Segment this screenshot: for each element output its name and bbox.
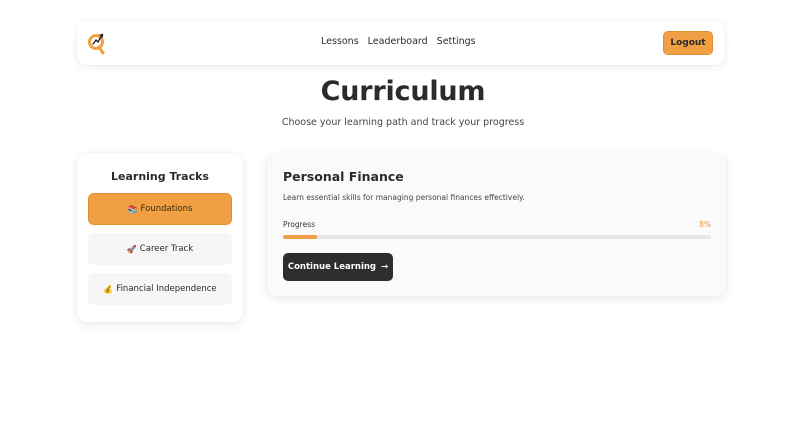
track-label: Foundations — [140, 204, 193, 214]
track-label: Financial Independence — [116, 284, 217, 294]
learning-tracks-card: Learning Tracks 📚 Foundations 🚀 Career T… — [77, 153, 243, 322]
nav-links: Lessons Leaderboard Settings — [321, 36, 476, 47]
progress-label: Progress — [283, 220, 316, 229]
progress-percent: 8% — [699, 220, 711, 229]
progress-bar — [283, 235, 711, 239]
logout-button[interactable]: Logout — [663, 31, 713, 55]
page-subtitle: Choose your learning path and track your… — [281, 117, 525, 128]
track-foundations-button[interactable]: 📚 Foundations — [88, 193, 232, 225]
nav-lessons-link[interactable]: Lessons — [321, 36, 359, 47]
nav-leaderboard-link[interactable]: Leaderboard — [368, 36, 428, 47]
track-career-button[interactable]: 🚀 Career Track — [88, 233, 232, 265]
page-title: Curriculum — [320, 76, 486, 107]
continue-label: Continue Learning — [287, 262, 377, 272]
rocket-icon: 🚀 — [126, 244, 137, 254]
track-label: Career Track — [139, 244, 194, 254]
books-icon: 📚 — [127, 204, 138, 214]
course-detail-card: Personal Finance Learn essential skills … — [267, 153, 727, 296]
nav-settings-link[interactable]: Settings — [437, 36, 476, 47]
money-bag-icon: 💰 — [103, 284, 114, 294]
continue-learning-button[interactable]: Continue Learning → — [283, 253, 393, 281]
top-navbar: Lessons Leaderboard Settings Logout — [77, 21, 725, 65]
arrow-right-icon: → — [381, 262, 389, 272]
logo-icon[interactable] — [87, 30, 107, 56]
learning-tracks-title: Learning Tracks — [111, 170, 209, 183]
course-title: Personal Finance — [283, 169, 404, 184]
progress-bar-fill — [283, 235, 318, 239]
course-description: Learn essential skills for managing pers… — [283, 193, 525, 202]
track-financial-independence-button[interactable]: 💰 Financial Independence — [88, 273, 232, 305]
